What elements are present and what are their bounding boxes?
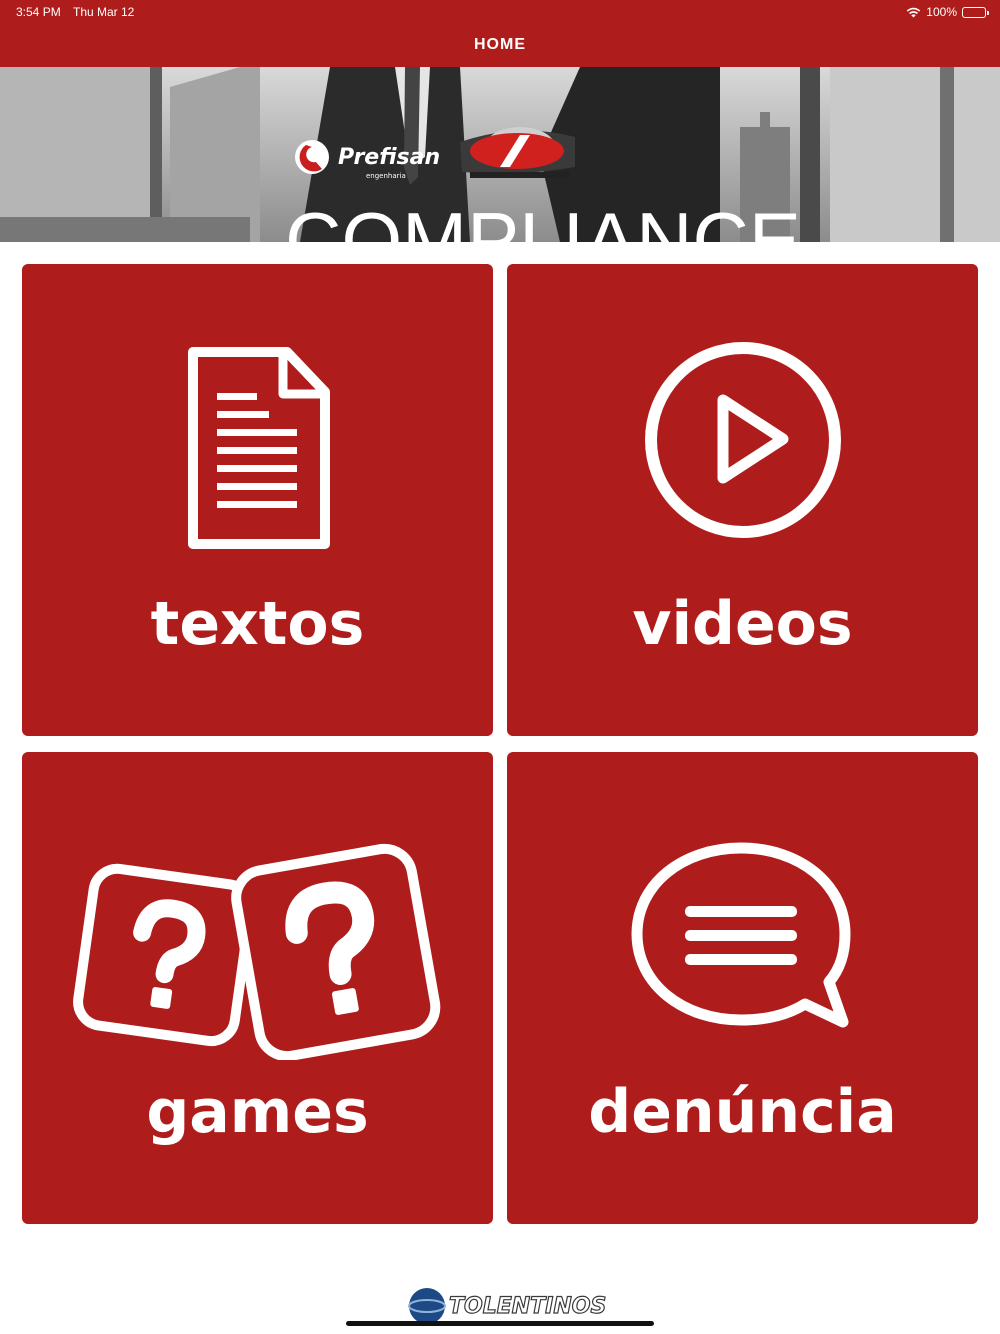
denuncia-tile[interactable]: denúncia xyxy=(507,752,978,1224)
status-date: Thu Mar 12 xyxy=(73,5,135,19)
play-circle-icon xyxy=(645,342,841,538)
banner-image: Prefisan engenharia COMPLIANCE xyxy=(0,67,1000,242)
svg-text:Prefisan: Prefisan xyxy=(338,145,440,170)
chat-bubble-icon xyxy=(631,842,851,1028)
wifi-icon xyxy=(907,7,921,17)
videos-label: videos xyxy=(632,589,853,659)
denuncia-label: denúncia xyxy=(588,1077,897,1147)
videos-tile[interactable]: videos xyxy=(507,264,978,736)
banner-headline: COMPLIANCE xyxy=(285,196,801,242)
home-indicator[interactable] xyxy=(346,1321,654,1326)
svg-text:engenharia: engenharia xyxy=(366,172,406,180)
status-indicators: 100% xyxy=(906,5,989,19)
page-title: HOME xyxy=(474,36,526,53)
games-label: games xyxy=(146,1077,369,1147)
textos-label: textos xyxy=(150,589,365,659)
document-icon xyxy=(188,347,330,549)
status-time: 3:54 PM xyxy=(16,5,61,19)
header-banner: Prefisan engenharia COMPLIANCE xyxy=(0,67,1000,242)
battery-icon xyxy=(962,6,989,18)
textos-tile[interactable]: textos xyxy=(22,264,493,736)
games-tile[interactable]: games xyxy=(22,752,493,1224)
svg-text:TOLENTINOS: TOLENTINOS xyxy=(449,1294,606,1319)
top-bar: 3:54 PM Thu Mar 12 100% HOME xyxy=(0,0,1000,67)
question-dice-icon xyxy=(73,843,441,1060)
battery-percentage: 100% xyxy=(926,5,957,19)
